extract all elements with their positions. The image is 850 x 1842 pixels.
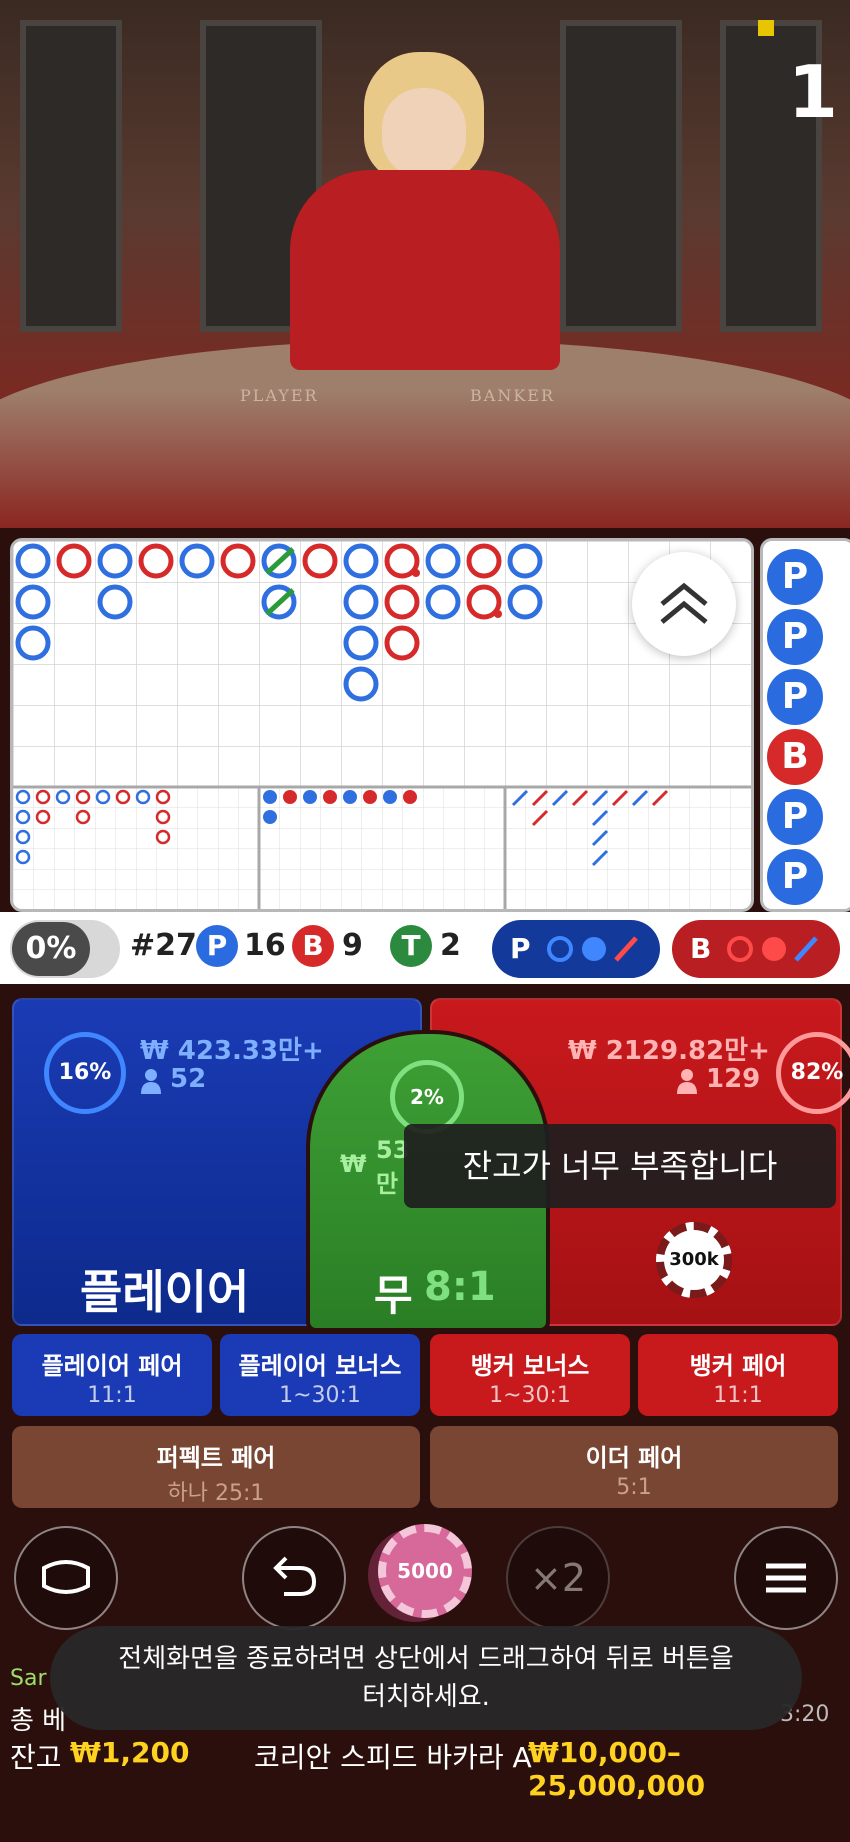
live-video: PLAYER BANKER: [0, 0, 850, 528]
bead-p: P: [767, 549, 823, 605]
balance-value: ₩1,200: [70, 1736, 190, 1769]
banker-bonus-odds: 1~30:1: [489, 1383, 571, 1408]
banker-bonus-title: 뱅커 보너스: [470, 1352, 590, 1380]
banker-predict-letter: B: [690, 932, 712, 965]
undo-icon: [273, 1556, 317, 1596]
camera-indicator: [758, 20, 774, 36]
either-pair-odds: 5:1: [616, 1475, 652, 1500]
hamburger-icon: [766, 1563, 806, 1593]
tie-label: 무: [374, 1271, 413, 1320]
background-panel: [20, 20, 122, 332]
player-pair-title: 플레이어 페어: [41, 1352, 183, 1380]
table-name: 코리안 스피드 바카라 A: [254, 1741, 532, 1774]
table-player-label: PLAYER: [240, 386, 319, 405]
player-dot: P: [196, 925, 238, 967]
table-banker-label: BANKER: [470, 386, 555, 405]
tie-amount-currency: ₩: [340, 1150, 367, 1178]
either-pair-bet[interactable]: 이더 페어 5:1: [430, 1426, 838, 1508]
undo-button[interactable]: [242, 1526, 346, 1630]
bead-p: P: [767, 609, 823, 665]
banker-pair-bet[interactable]: 뱅커 페어 11:1: [638, 1334, 838, 1416]
low-balance-toast: 잔고가 너무 부족합니다: [404, 1124, 836, 1208]
player-percent-ring: 16%: [44, 1032, 126, 1114]
person-icon: [140, 1068, 166, 1094]
bead-b: B: [767, 729, 823, 785]
tie-count: 2: [440, 928, 461, 963]
exit-toast-line1: 전체화면을 종료하려면 상단에서 드래그하여 뒤로 버튼을: [118, 1644, 734, 1674]
person-icon: [676, 1068, 702, 1094]
chip-selector[interactable]: 5000: [360, 1524, 490, 1624]
predict-icons: [547, 936, 638, 962]
exit-toast-line2: 터치하세요.: [362, 1682, 490, 1712]
banker-predict-button[interactable]: B: [672, 920, 840, 978]
menu-button[interactable]: [734, 1526, 838, 1630]
placed-chip: 300k: [656, 1222, 732, 1298]
exit-fullscreen-toast: 전체화면을 종료하려면 상단에서 드래그하여 뒤로 버튼을 터치하세요.: [50, 1626, 802, 1730]
player-bonus-odds: 1~30:1: [279, 1383, 361, 1408]
banker-bettor-count: 129: [706, 1064, 761, 1094]
perfect-pair-title: 퍼펙트 페어: [156, 1444, 276, 1472]
bead-road[interactable]: P P P B P P: [760, 538, 850, 912]
double-bet-button[interactable]: ×2: [506, 1526, 610, 1630]
player-bonus-bet[interactable]: 플레이어 보너스 1~30:1: [220, 1334, 420, 1416]
background-panel: [560, 20, 682, 332]
bead-p: P: [767, 789, 823, 845]
tie-percent-ring: 2%: [390, 1060, 464, 1134]
tie-odds: 8:1: [424, 1264, 496, 1310]
round-counter: #27: [130, 928, 197, 963]
bet-limits: ₩10,000–25,000,000: [528, 1736, 706, 1802]
banker-bonus-bet[interactable]: 뱅커 보너스 1~30:1: [430, 1334, 630, 1416]
perfect-pair-odds: 하나 25:1: [167, 1481, 265, 1506]
video-shade: [0, 390, 850, 528]
player-label: 플레이어: [80, 1265, 250, 1319]
balance-label: 잔고: [10, 1741, 62, 1774]
either-pair-title: 이더 페어: [585, 1444, 683, 1472]
player-bonus-title: 플레이어 보너스: [238, 1352, 402, 1380]
bead-p: P: [767, 849, 823, 905]
banker-total-amount: ₩ 2129.82만+: [568, 1036, 770, 1066]
username: Sar: [10, 1666, 47, 1691]
player-count: 16: [244, 928, 286, 963]
banker-dot: B: [292, 925, 334, 967]
chip-5000: 5000: [378, 1524, 472, 1618]
predict-icons: [727, 936, 818, 962]
bead-p: P: [767, 669, 823, 725]
player-bettor-count: 52: [170, 1064, 207, 1094]
table-icon: [42, 1560, 90, 1594]
dealer: [290, 170, 560, 370]
collapse-roadmap-button[interactable]: [632, 552, 736, 656]
double-label: ×2: [529, 1556, 587, 1600]
banker-pair-title: 뱅커 페어: [689, 1352, 787, 1380]
tie-dot: T: [390, 925, 432, 967]
tie-amount-unit: 만: [376, 1170, 399, 1198]
player-pair-odds: 11:1: [87, 1383, 137, 1408]
player-predict-button[interactable]: P: [492, 920, 660, 978]
banker-pair-odds: 11:1: [713, 1383, 763, 1408]
banker-percent-ring: 82%: [776, 1032, 850, 1114]
player-predict-letter: P: [510, 932, 531, 965]
banker-count: 9: [342, 928, 363, 963]
percent-toggle-label: 0%: [12, 922, 90, 976]
perfect-pair-bet[interactable]: 퍼펙트 페어 하나 25:1: [12, 1426, 420, 1508]
player-pair-bet[interactable]: 플레이어 페어 11:1: [12, 1334, 212, 1416]
table-view-button[interactable]: [14, 1526, 118, 1630]
dealer-face: [382, 88, 466, 178]
player-total-amount: ₩ 423.33만+: [140, 1036, 324, 1066]
round-number: 1: [787, 50, 838, 134]
chevron-double-up-icon: [660, 582, 708, 624]
